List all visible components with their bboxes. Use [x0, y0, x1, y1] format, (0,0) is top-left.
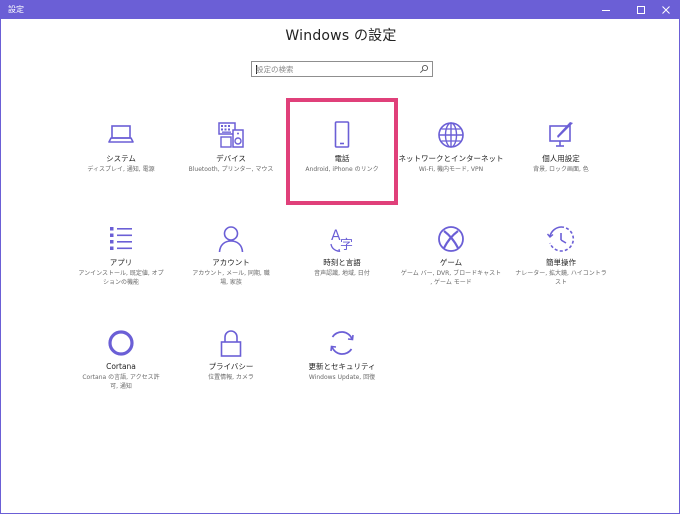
tile-update-security[interactable]: 更新とセキュリティ Windows Update, 回復: [288, 328, 396, 400]
tile-ease-of-access[interactable]: 簡単操作 ナレーター, 拡大鏡, ハイコントラ スト: [507, 224, 615, 296]
globe-icon: [436, 120, 466, 150]
personalization-icon: [546, 120, 576, 150]
maximize-icon: [637, 6, 645, 14]
tile-description: Cortana の言語, アクセス許 可, 通知: [82, 374, 160, 390]
tile-description: ナレーター, 拡大鏡, ハイコントラ スト: [515, 270, 607, 286]
tile-description: 背景, ロック画面, 色: [533, 166, 589, 173]
tile-label: アプリ: [109, 258, 133, 267]
tile-description: ディスプレイ, 通知, 電源: [87, 166, 155, 173]
close-icon: [662, 6, 670, 14]
phone-icon: [327, 120, 357, 150]
tile-gaming[interactable]: ゲーム ゲーム バー, DVR, ブロードキャスト , ゲーム モード: [397, 224, 505, 296]
tile-description: 音声認識, 地域, 日付: [314, 270, 370, 277]
svg-text:字: 字: [340, 238, 353, 253]
close-button[interactable]: [651, 1, 680, 19]
tile-label: ネットワークとインターネット: [398, 154, 504, 163]
tile-label: ゲーム: [439, 258, 463, 267]
tile-label: システム: [106, 154, 136, 163]
tile-label: 時刻と言語: [323, 258, 361, 267]
tile-personalization[interactable]: 個人用設定 背景, ロック画面, 色: [507, 120, 615, 192]
page-title: Windows の設定: [285, 28, 397, 44]
tile-cortana[interactable]: Cortana Cortana の言語, アクセス許 可, 通知: [67, 328, 175, 400]
lock-icon: [216, 328, 246, 358]
search-input[interactable]: [256, 62, 416, 76]
search-icon[interactable]: [419, 64, 429, 74]
laptop-icon: [106, 120, 136, 150]
settings-window: 設定 Windows の設定 システム ディスプレイ, 通知, 電源: [0, 0, 680, 514]
tile-description: Wi-Fi, 機内モード, VPN: [418, 166, 484, 173]
tile-devices[interactable]: デバイス Bluetooth, プリンター, マウス: [177, 120, 285, 192]
ease-of-access-icon: [546, 224, 576, 254]
search-box[interactable]: [251, 61, 433, 77]
tile-description: ゲーム バー, DVR, ブロードキャスト , ゲーム モード: [400, 270, 502, 286]
tile-description: Android, iPhone のリンク: [305, 166, 379, 173]
tile-description: アカウント, メール, 同期, 職 場, 家族: [192, 270, 270, 286]
tile-description: 位置情報, カメラ: [208, 374, 254, 381]
tile-label: 電話: [334, 154, 350, 163]
tile-accounts[interactable]: アカウント アカウント, メール, 同期, 職 場, 家族: [177, 224, 285, 296]
tile-system[interactable]: システム ディスプレイ, 通知, 電源: [67, 120, 175, 192]
window-title: 設定: [8, 5, 24, 14]
minimize-button[interactable]: [591, 1, 621, 19]
tile-description: Windows Update, 回復: [308, 374, 376, 381]
tile-label: 個人用設定: [542, 154, 580, 163]
tile-label: アカウント: [212, 258, 250, 267]
minimize-icon: [602, 10, 610, 11]
apps-list-icon: [106, 224, 136, 254]
title-bar[interactable]: 設定: [1, 1, 680, 19]
sync-icon: [327, 328, 357, 358]
tile-label: 簡単操作: [546, 258, 576, 267]
tile-network[interactable]: ネットワークとインターネット Wi-Fi, 機内モード, VPN: [397, 120, 505, 192]
person-icon: [216, 224, 246, 254]
tile-phone[interactable]: 電話 Android, iPhone のリンク: [288, 120, 396, 192]
tile-label: Cortana: [106, 362, 136, 371]
time-language-icon: A 字: [327, 224, 357, 254]
tile-label: 更新とセキュリティ: [308, 362, 376, 371]
tile-privacy[interactable]: プライバシー 位置情報, カメラ: [177, 328, 285, 400]
tile-apps[interactable]: アプリ アンインストール, 既定値, オプ ションの機能: [67, 224, 175, 296]
tile-label: デバイス: [216, 154, 246, 163]
cortana-icon: [106, 328, 136, 358]
tile-time-language[interactable]: A 字 時刻と言語 音声認識, 地域, 日付: [288, 224, 396, 296]
xbox-icon: [436, 224, 466, 254]
tile-description: Bluetooth, プリンター, マウス: [188, 166, 274, 173]
tile-label: プライバシー: [208, 362, 254, 371]
devices-icon: [216, 120, 246, 150]
tile-description: アンインストール, 既定値, オプ ションの機能: [78, 270, 164, 286]
